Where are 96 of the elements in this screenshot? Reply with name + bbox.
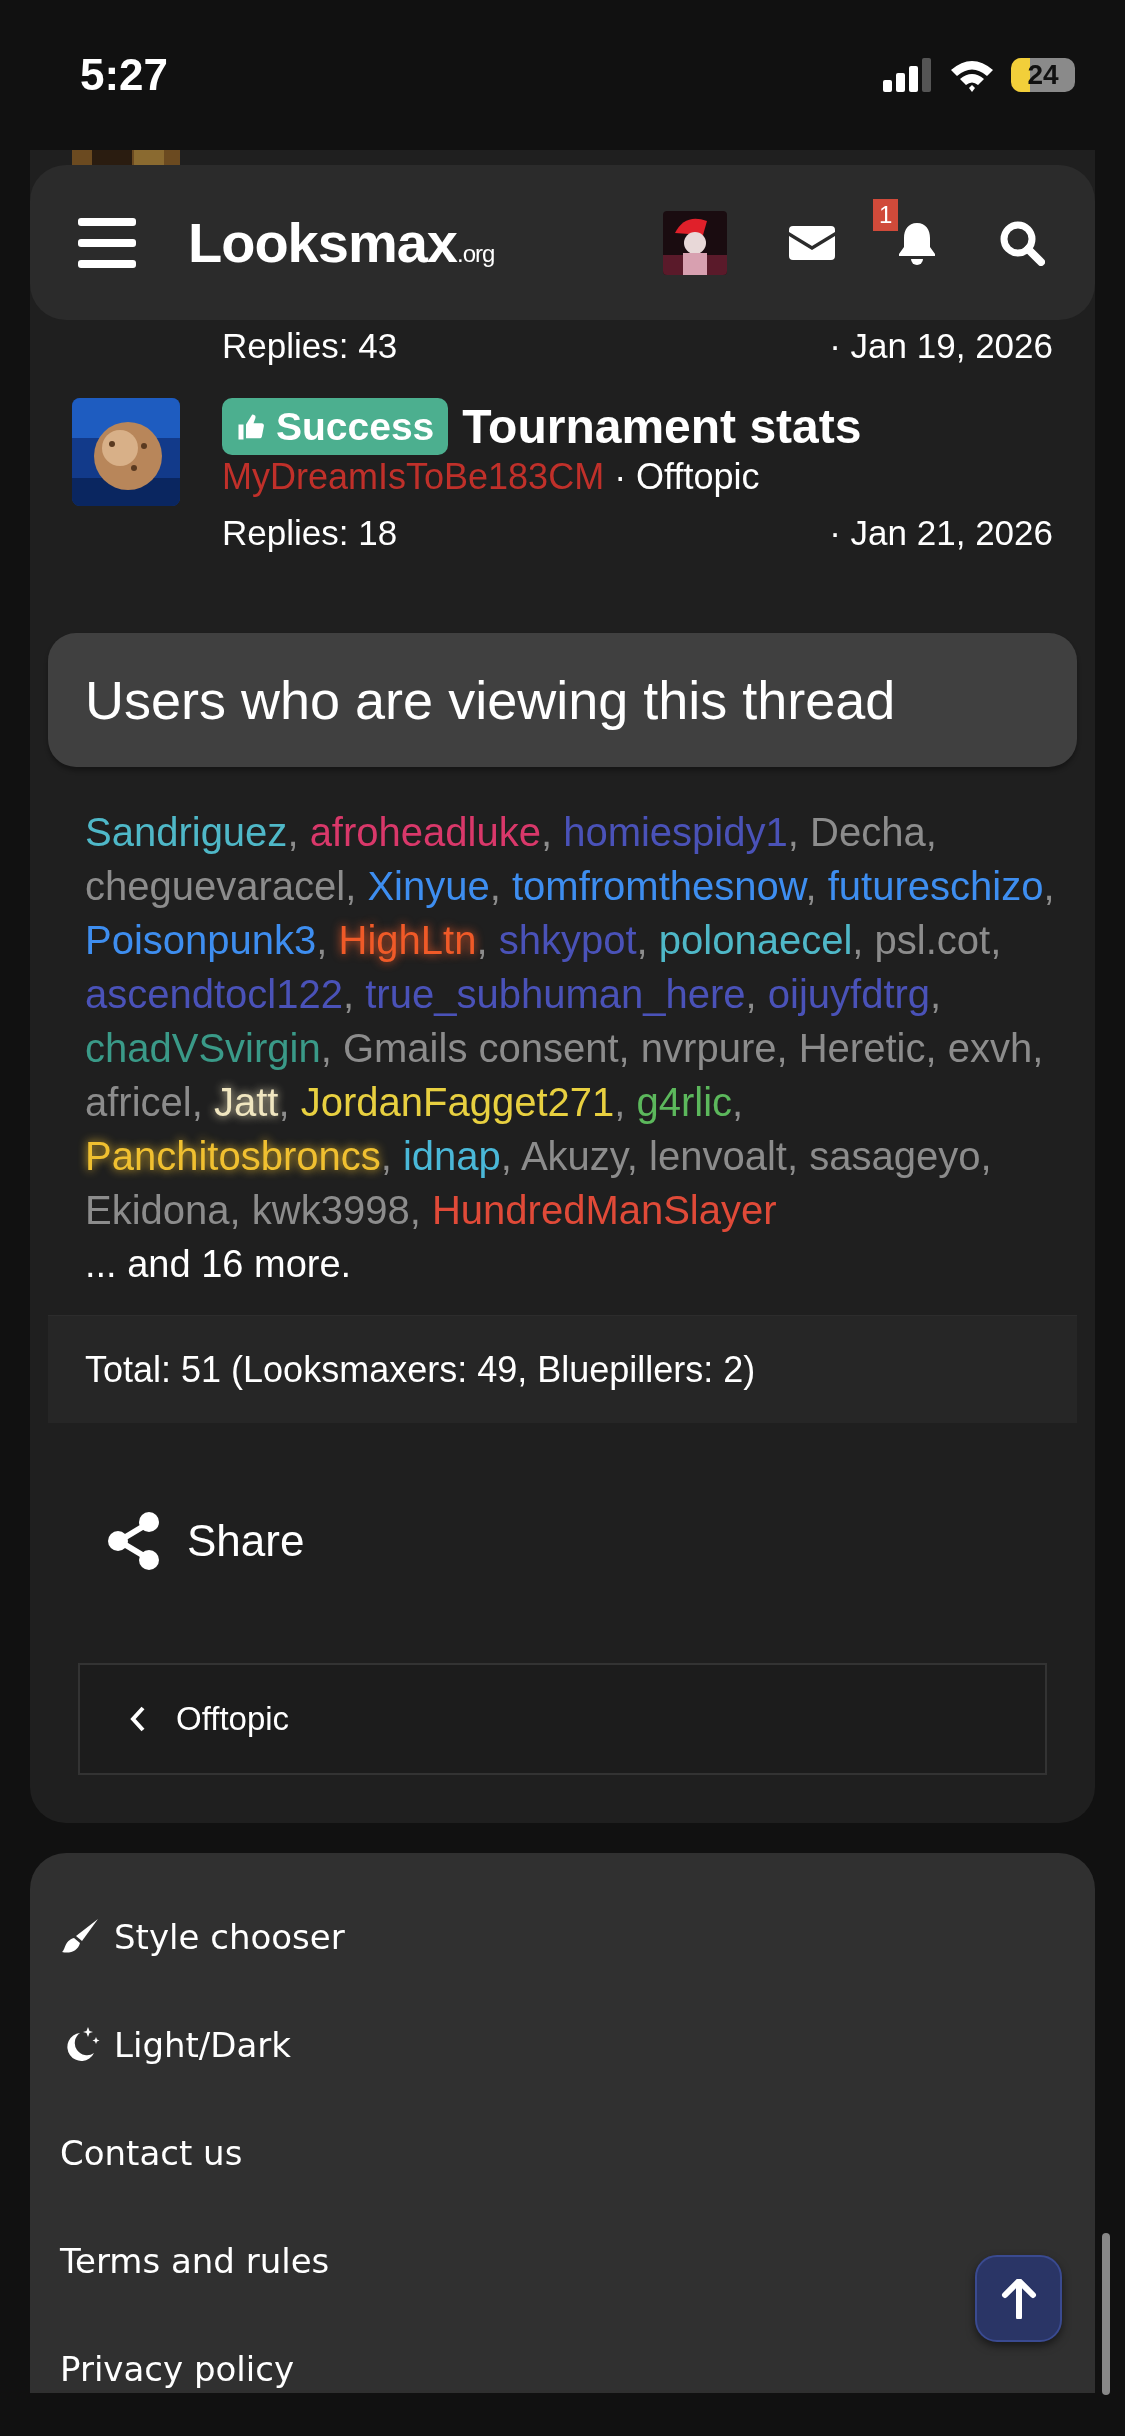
- comma-separator: ,: [980, 1134, 992, 1178]
- username-link[interactable]: Poisonpunk3: [85, 918, 317, 962]
- username-link[interactable]: psl.cot: [874, 918, 991, 962]
- comma-separator: ,: [229, 1188, 241, 1232]
- scroll-to-top-button[interactable]: [975, 2255, 1062, 2342]
- total-bar: Total: 51 (Looksmaxers: 49, Bluepillers: 2): [48, 1315, 1077, 1423]
- prefix-badge[interactable]: Success: [222, 398, 449, 455]
- thread-date: · Jan 21, 2026: [829, 513, 1053, 553]
- username-link[interactable]: HundredManSlayer: [431, 1188, 777, 1232]
- comma-separator: ,: [787, 810, 799, 854]
- username-link[interactable]: Akuzy: [520, 1134, 627, 1178]
- comma-separator: ,: [287, 810, 299, 854]
- bell-icon[interactable]: [897, 220, 937, 265]
- username-link[interactable]: Gmails consent: [342, 1026, 619, 1070]
- username-link[interactable]: tomfromthesnow: [512, 864, 806, 908]
- username-link[interactable]: lenvoalt: [649, 1134, 787, 1178]
- username-link[interactable]: Ekidona: [85, 1188, 230, 1232]
- username-link[interactable]: Panchitosbroncs: [85, 1134, 381, 1178]
- username-link[interactable]: Jatt: [213, 1080, 279, 1124]
- username-link[interactable]: sasageyo: [809, 1134, 981, 1178]
- comma-separator: ,: [476, 918, 488, 962]
- footer-link[interactable]: Contact us: [60, 2129, 1065, 2177]
- comma-separator: ,: [925, 810, 937, 854]
- username-link[interactable]: kwk3998: [251, 1188, 410, 1232]
- comma-separator: ,: [614, 1080, 626, 1124]
- comma-separator: ,: [990, 918, 1002, 962]
- username-link[interactable]: africel: [85, 1080, 192, 1124]
- comma-separator: ,: [489, 864, 501, 908]
- comma-separator: ,: [345, 864, 357, 908]
- comma-separator: ,: [1043, 864, 1055, 908]
- username-link[interactable]: g4rlic: [636, 1080, 733, 1124]
- username-link[interactable]: oijuyfdtrg: [767, 972, 931, 1016]
- comma-separator: ,: [1032, 1026, 1044, 1070]
- paintbrush-icon: [60, 1919, 100, 1955]
- comma-separator: ,: [316, 918, 328, 962]
- username-link[interactable]: JordanFagget271: [300, 1080, 615, 1124]
- username-link[interactable]: cheguevaracel: [85, 864, 346, 908]
- chevron-left-icon: [130, 1706, 146, 1732]
- comma-separator: ,: [500, 1134, 512, 1178]
- comma-separator: ,: [380, 1134, 392, 1178]
- comma-separator: ,: [278, 1080, 290, 1124]
- forum-link[interactable]: · Offtopic: [614, 456, 760, 498]
- footer-link[interactable]: Privacy policy: [60, 2345, 1065, 2393]
- comma-separator: ,: [852, 918, 864, 962]
- site-logo[interactable]: Looksmax.org: [188, 210, 495, 275]
- username-link[interactable]: futureschizo: [827, 864, 1044, 908]
- status-time: 5:27: [80, 50, 169, 100]
- username-link[interactable]: ascendtocl122: [85, 972, 343, 1016]
- envelope-icon[interactable]: [789, 225, 835, 260]
- more-users-text: ... and 16 more.: [84, 1242, 353, 1287]
- thread-date: · Jan 19, 2026: [829, 326, 1053, 366]
- comma-separator: ,: [636, 918, 648, 962]
- username-link[interactable]: shkypot: [498, 918, 637, 962]
- comma-separator: ,: [409, 1188, 421, 1232]
- comma-separator: ,: [618, 1026, 630, 1070]
- username-link[interactable]: nvrpure: [640, 1026, 777, 1070]
- username-link[interactable]: Sandriguez: [85, 810, 288, 854]
- comma-separator: ,: [320, 1026, 332, 1070]
- username-link[interactable]: idnap: [403, 1134, 501, 1178]
- username-link[interactable]: polonaecel: [658, 918, 853, 962]
- username-link[interactable]: Xinyue: [367, 864, 490, 908]
- search-icon[interactable]: [999, 219, 1045, 266]
- author-link[interactable]: MyDreamIsToBe183CM: [222, 456, 605, 498]
- section-header: Users who are viewing this thread: [48, 633, 1077, 767]
- comma-separator: ,: [732, 1080, 744, 1124]
- menu-icon[interactable]: [78, 217, 136, 268]
- footer-link[interactable]: Terms and rules: [60, 2237, 1065, 2285]
- arrow-up-icon: [1000, 2278, 1037, 2319]
- username-link[interactable]: afroheadluke: [309, 810, 541, 854]
- username-link[interactable]: Decha: [810, 810, 926, 854]
- share-icon: [107, 1511, 161, 1571]
- comma-separator: ,: [787, 1134, 799, 1178]
- comma-separator: ,: [540, 810, 553, 854]
- thread-title[interactable]: Tournament stats: [462, 399, 862, 454]
- wifi-icon: [949, 58, 995, 92]
- username-link[interactable]: Heretic: [798, 1026, 926, 1070]
- signal-icon: [883, 58, 933, 92]
- comma-separator: ,: [776, 1026, 788, 1070]
- breadcrumb-link[interactable]: Offtopic: [78, 1663, 1047, 1775]
- comma-separator: ,: [191, 1080, 203, 1124]
- reply-count: Replies: 43: [222, 326, 398, 366]
- username-link[interactable]: HighLtn: [338, 918, 477, 962]
- comma-separator: ,: [930, 972, 942, 1016]
- username-link[interactable]: exvh: [947, 1026, 1033, 1070]
- scrollbar[interactable]: [1102, 2233, 1110, 2395]
- share-button[interactable]: Share: [107, 1511, 305, 1571]
- notification-badge: 1: [873, 198, 899, 231]
- comma-separator: ,: [745, 972, 757, 1016]
- username-link[interactable]: chadVSvirgin: [85, 1026, 321, 1070]
- comma-separator: ,: [925, 1026, 937, 1070]
- footer-link[interactable]: Light/Dark: [60, 2021, 1065, 2069]
- username-link[interactable]: true_subhuman_here: [365, 972, 746, 1016]
- reply-count: Replies: 18: [222, 513, 398, 553]
- comma-separator: ,: [342, 972, 355, 1016]
- username-link[interactable]: homiespidy1: [563, 810, 788, 854]
- footer-link[interactable]: Style chooser: [60, 1913, 1065, 1961]
